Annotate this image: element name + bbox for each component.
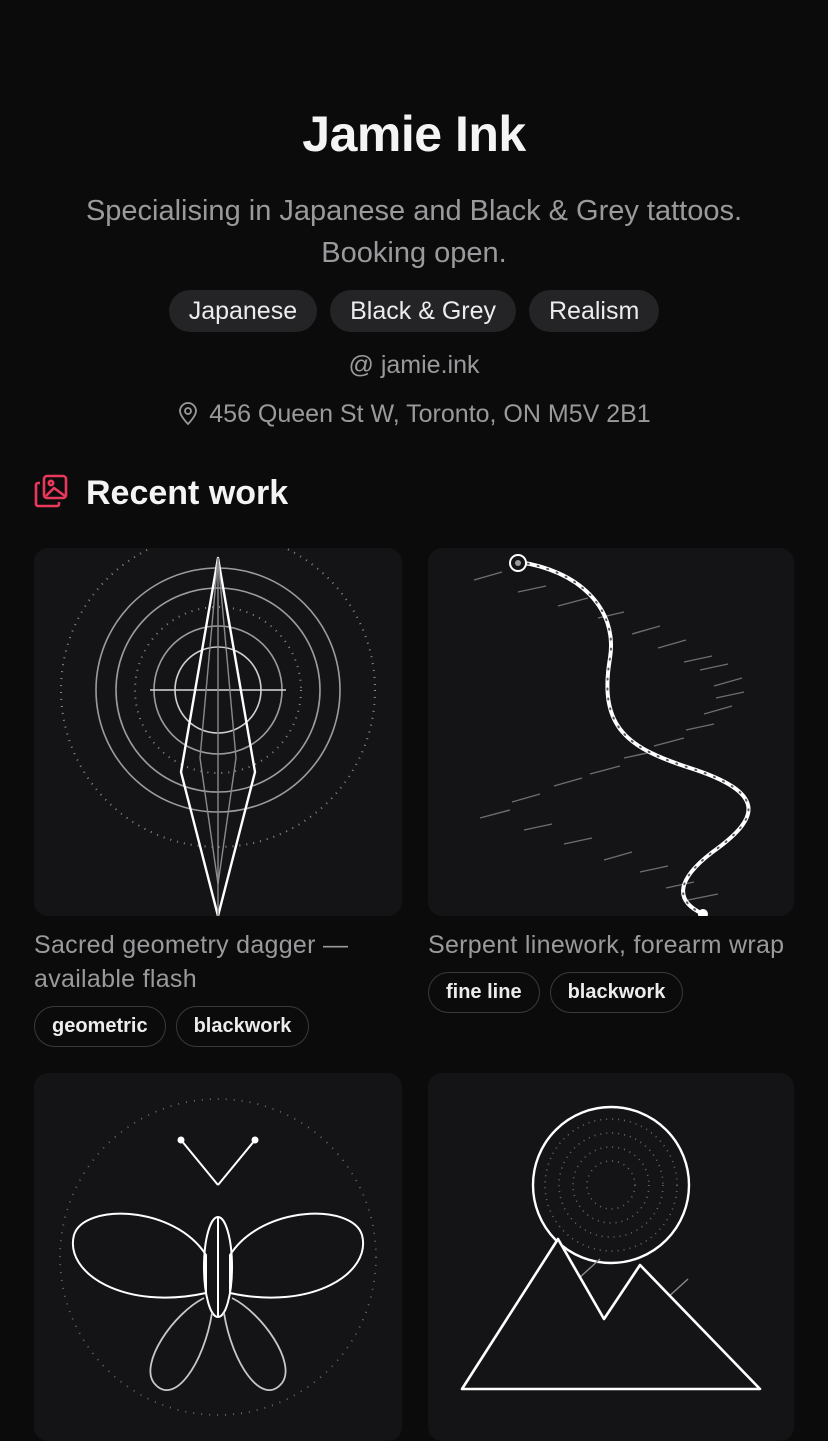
section-title: Recent work [86, 474, 289, 512]
work-image[interactable] [428, 548, 794, 916]
work-card[interactable] [34, 1073, 402, 1441]
studio-address[interactable]: 456 Queen St W, Toronto, ON M5V 2B1 [0, 397, 828, 431]
artist-name: Jamie Ink [302, 106, 526, 162]
work-image[interactable] [428, 1073, 794, 1441]
work-card[interactable]: Sacred geometry dagger — available flash… [34, 548, 402, 1047]
gallery-icon [34, 474, 68, 513]
recent-work-header: Recent work [34, 474, 288, 513]
work-card[interactable] [428, 1073, 794, 1441]
tag-chip[interactable]: blackwork [549, 972, 684, 1013]
style-chip-realism[interactable]: Realism [529, 290, 660, 332]
profile-header: Jamie Ink Specialising in Japanese and B… [0, 0, 828, 431]
artist-bio: Specialising in Japanese and Black & Gre… [85, 195, 743, 269]
address-text: 456 Queen St W, Toronto, ON M5V 2B1 [209, 400, 651, 428]
style-chips: Japanese Black & Grey Realism [0, 290, 828, 332]
tag-chip[interactable]: blackwork [175, 1006, 310, 1047]
work-caption: Serpent linework, forearm wrap [428, 931, 785, 959]
location-pin-icon [177, 402, 199, 426]
work-tags: geometric blackwork [34, 1006, 402, 1047]
work-card[interactable]: Serpent linework, forearm wrap fine line… [428, 548, 794, 1013]
work-image[interactable] [34, 1073, 402, 1441]
tag-chip[interactable]: fine line [428, 972, 540, 1013]
work-tags: fine line blackwork [428, 972, 794, 1013]
work-caption: Sacred geometry dagger — available flash [34, 931, 349, 993]
instagram-handle-link[interactable]: @ jamie.ink [0, 349, 828, 381]
style-chip-japanese[interactable]: Japanese [168, 290, 318, 332]
work-image[interactable] [34, 548, 402, 916]
tag-chip[interactable]: geometric [34, 1006, 166, 1047]
style-chip-black-grey[interactable]: Black & Grey [330, 290, 516, 332]
